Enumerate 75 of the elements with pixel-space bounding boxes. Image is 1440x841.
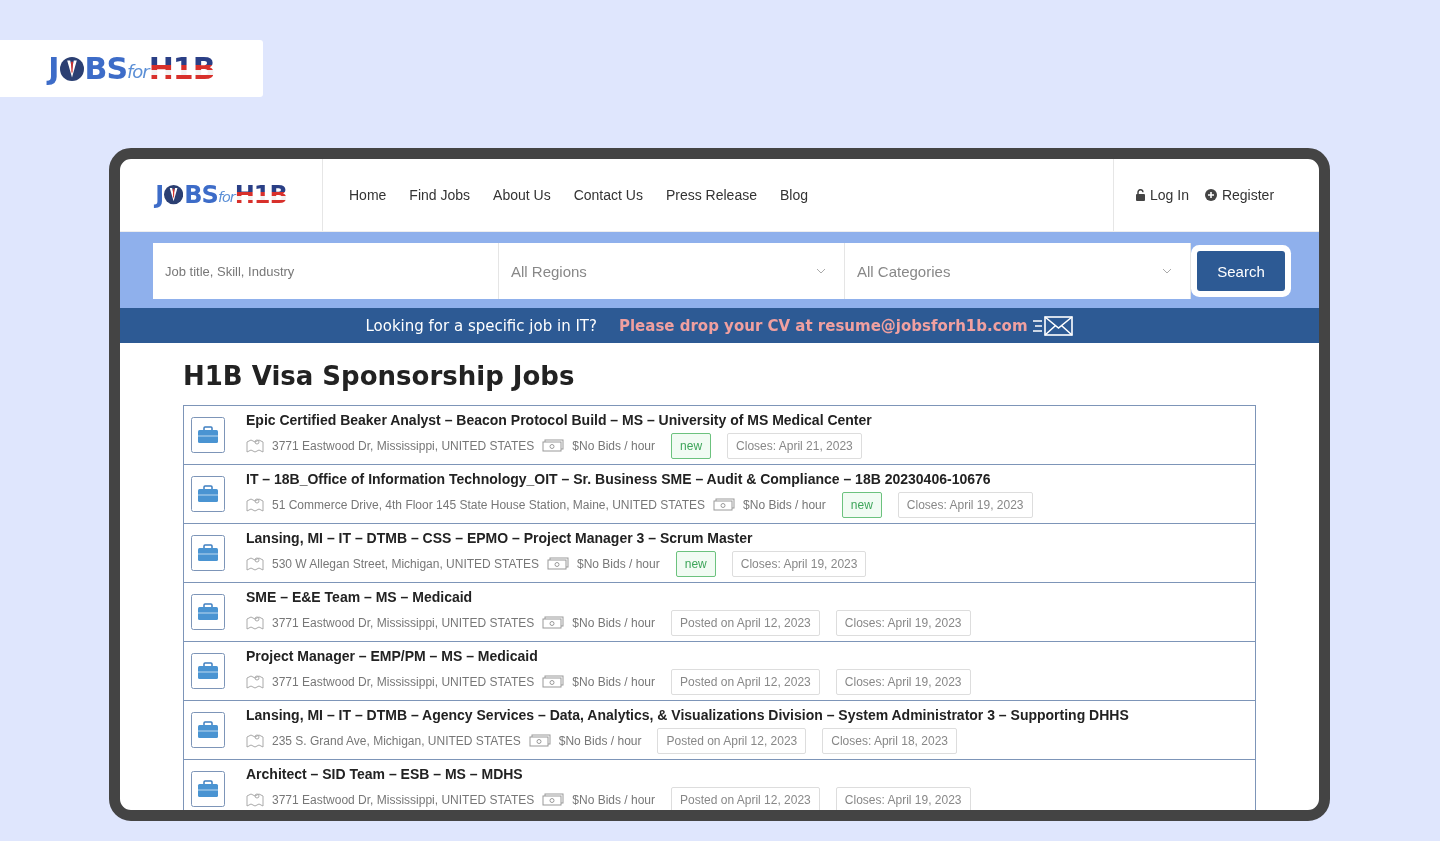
map-icon	[246, 733, 264, 748]
cash-icon	[528, 734, 551, 747]
map-icon	[246, 497, 264, 512]
map-icon	[246, 792, 264, 807]
job-address: 3771 Eastwood Dr, Mississippi, UNITED STATES	[272, 674, 535, 689]
cash-icon	[542, 675, 565, 688]
job-rate: $No Bids / hour	[572, 438, 656, 453]
job-address: 3771 Eastwood Dr, Mississippi, UNITED STATES	[272, 615, 535, 630]
new-badge: new	[671, 432, 712, 459]
nav-link[interactable]: Contact Us	[573, 187, 643, 203]
job-rate: $No Bids / hour	[558, 733, 642, 748]
cash-icon	[542, 439, 565, 452]
job-address: 530 W Allegan Street, Michigan, UNITED STATES	[272, 556, 539, 571]
job-rate: $No Bids / hour	[572, 674, 656, 689]
briefcase-icon	[191, 712, 225, 748]
cash-icon	[547, 557, 569, 570]
date-badge: Closes: April 21, 2023	[727, 432, 862, 459]
category-select[interactable]: All Categories	[845, 243, 1191, 299]
date-badge: Posted on April 12, 2023	[657, 727, 807, 754]
envelope-icon	[1031, 314, 1074, 337]
job-rate: $No Bids / hour	[572, 615, 656, 630]
chevron-down-icon	[1162, 268, 1172, 274]
date-badge: Closes: April 19, 2023	[731, 550, 867, 577]
job-title-link[interactable]: Architect – SID Team – ESB – MS – MDHS	[246, 765, 979, 782]
keyword-field[interactable]: Job title, Skill, Industry	[153, 243, 499, 299]
job-title-link[interactable]: Epic Certified Beaker Analyst – Beacon Protocol Build – MS – University of MS Medical Center	[246, 411, 872, 428]
nav-link[interactable]: About Us	[493, 187, 551, 203]
date-badge: Posted on April 12, 2023	[671, 668, 820, 695]
map-icon	[246, 674, 264, 689]
nav-link[interactable]: Home	[349, 187, 387, 203]
map-icon	[246, 438, 264, 453]
date-badge: Closes: April 19, 2023	[835, 668, 971, 695]
date-badge: Posted on April 12, 2023	[671, 609, 820, 636]
jobsforh1b-logo[interactable]: J BSforH1B	[155, 181, 287, 209]
map-icon	[246, 615, 264, 630]
nav-link[interactable]: Blog	[779, 187, 808, 203]
nav-link[interactable]: Press Release	[665, 187, 757, 203]
cash-icon	[713, 498, 736, 511]
job-title-link[interactable]: Project Manager – EMP/PM – MS – Medicaid	[246, 647, 979, 664]
nav-link[interactable]: Find Jobs	[409, 187, 471, 203]
job-address: 235 S. Grand Ave, Michigan, UNITED STATES	[272, 733, 521, 748]
job-rate: $No Bids / hour	[572, 792, 656, 807]
banner-question: Looking for a specific job in IT?	[365, 316, 597, 335]
date-badge: Closes: April 19, 2023	[835, 786, 971, 810]
job-address: 51 Commerce Drive, 4th Floor 145 State House Station, Maine, UNITED STATES	[272, 497, 706, 512]
map-icon	[246, 556, 264, 571]
job-rate: $No Bids / hour	[577, 556, 660, 571]
job-title-link[interactable]: Lansing, MI – IT – DTMB – CSS – EPMO – Project Manager 3 – Scrum Master	[246, 529, 875, 546]
lock-icon	[1136, 189, 1145, 201]
briefcase-icon	[191, 653, 225, 689]
new-badge: new	[841, 491, 882, 518]
job-address: 3771 Eastwood Dr, Mississippi, UNITED STATES	[272, 438, 535, 453]
plus-circle-icon	[1204, 189, 1217, 201]
auth-link[interactable]: Register	[1204, 187, 1275, 203]
briefcase-icon	[191, 594, 225, 630]
briefcase-icon	[191, 771, 225, 807]
date-badge: Closes: April 19, 2023	[897, 491, 1033, 518]
briefcase-icon	[191, 476, 225, 512]
briefcase-icon	[191, 417, 225, 453]
cash-icon	[542, 616, 565, 629]
page-heading: H1B Visa Sponsorship Jobs	[183, 361, 576, 391]
chevron-down-icon	[816, 268, 826, 274]
region-select[interactable]: All Regions	[499, 243, 845, 299]
job-address: 3771 Eastwood Dr, Mississippi, UNITED STATES	[272, 792, 535, 807]
job-title-link[interactable]: Lansing, MI – IT – DTMB – Agency Services – Data, Analytics, & Visualizations Division – System Administrator 3 – Supporting DHHS	[246, 706, 1129, 723]
date-badge: Closes: April 18, 2023	[822, 727, 957, 754]
date-badge: Closes: April 19, 2023	[835, 609, 971, 636]
auth-link[interactable]: Log In	[1136, 187, 1189, 203]
job-title-link[interactable]: SME – E&E Team – MS – Medicaid	[246, 588, 979, 605]
briefcase-icon	[191, 535, 225, 571]
job-rate: $No Bids / hour	[743, 497, 826, 512]
date-badge: Posted on April 12, 2023	[671, 786, 820, 810]
job-title-link[interactable]: IT – 18B_Office of Information Technology_OIT – Sr. Business SME – Audit & Compliance – 18B 20230406-10676	[246, 470, 1041, 487]
cash-icon	[542, 793, 565, 806]
new-badge: new	[675, 550, 716, 577]
